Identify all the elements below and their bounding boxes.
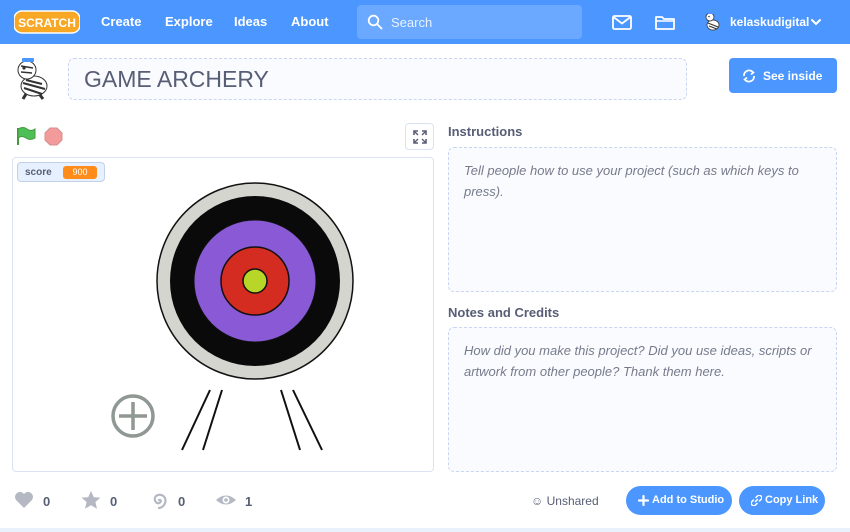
logo-text: SCRATCH	[18, 16, 76, 30]
nav-create-link[interactable]: Create	[101, 14, 141, 29]
add-to-studio-label: Add to Studio	[652, 494, 725, 506]
green-flag-icon[interactable]	[15, 126, 37, 146]
chevron-down-icon	[811, 19, 821, 26]
heart-icon[interactable]	[13, 490, 35, 510]
archery-target	[111, 182, 354, 451]
envelope-icon[interactable]	[611, 12, 633, 32]
user-avatar	[705, 12, 720, 31]
instructions-textarea[interactable]: Tell people how to use your project (suc…	[448, 147, 837, 292]
copy-link-label: Copy Link	[765, 494, 819, 506]
username: kelaskudigital	[730, 15, 810, 29]
see-inside-label: See inside	[763, 69, 823, 83]
fullscreen-icon	[413, 130, 427, 144]
add-to-studio-button[interactable]: Add to Studio	[626, 486, 732, 515]
notes-textarea[interactable]: How did you make this project? Did you u…	[448, 327, 837, 472]
unshared-label: Unshared	[546, 494, 599, 508]
unshared-icon: ☺	[531, 494, 544, 508]
search-box	[357, 5, 582, 39]
remix-spiral-icon	[153, 493, 167, 510]
user-menu[interactable]: kelaskudigital	[702, 11, 832, 33]
nav-explore-link[interactable]: Explore	[165, 14, 213, 29]
score-label: score	[25, 167, 52, 178]
link-icon	[751, 495, 762, 506]
search-input[interactable]	[391, 5, 571, 39]
fullscreen-button[interactable]	[405, 123, 434, 150]
eye-icon	[216, 495, 236, 505]
nav-about-link[interactable]: About	[291, 14, 329, 29]
score-value: 900	[63, 166, 97, 179]
copy-link-button[interactable]: Copy Link	[739, 486, 825, 515]
project-stage[interactable]: score 900	[12, 157, 434, 472]
star-icon[interactable]	[80, 490, 102, 510]
nav-ideas-link[interactable]: Ideas	[234, 14, 267, 29]
crosshair-sprite	[111, 394, 155, 438]
notes-heading: Notes and Credits	[448, 305, 560, 320]
love-count: 0	[43, 494, 51, 509]
search-icon	[367, 14, 383, 30]
instructions-heading: Instructions	[448, 124, 523, 139]
score-monitor: score 900	[17, 162, 105, 182]
unshared-status: ☺ Unshared	[531, 494, 599, 508]
stop-icon[interactable]	[44, 127, 63, 146]
project-title-input[interactable]	[68, 58, 687, 100]
favorite-count: 0	[110, 494, 118, 509]
see-inside-icon	[743, 69, 755, 83]
scratch-logo[interactable]: SCRATCH	[14, 10, 80, 34]
plus-icon	[638, 495, 649, 506]
project-author-avatar	[17, 58, 48, 100]
folder-icon[interactable]	[654, 12, 676, 32]
see-inside-button[interactable]: See inside	[729, 58, 837, 93]
top-navigation: SCRATCH Create Explore Ideas About kelas…	[0, 0, 850, 44]
view-count: 1	[245, 494, 253, 509]
remix-count: 0	[178, 494, 186, 509]
